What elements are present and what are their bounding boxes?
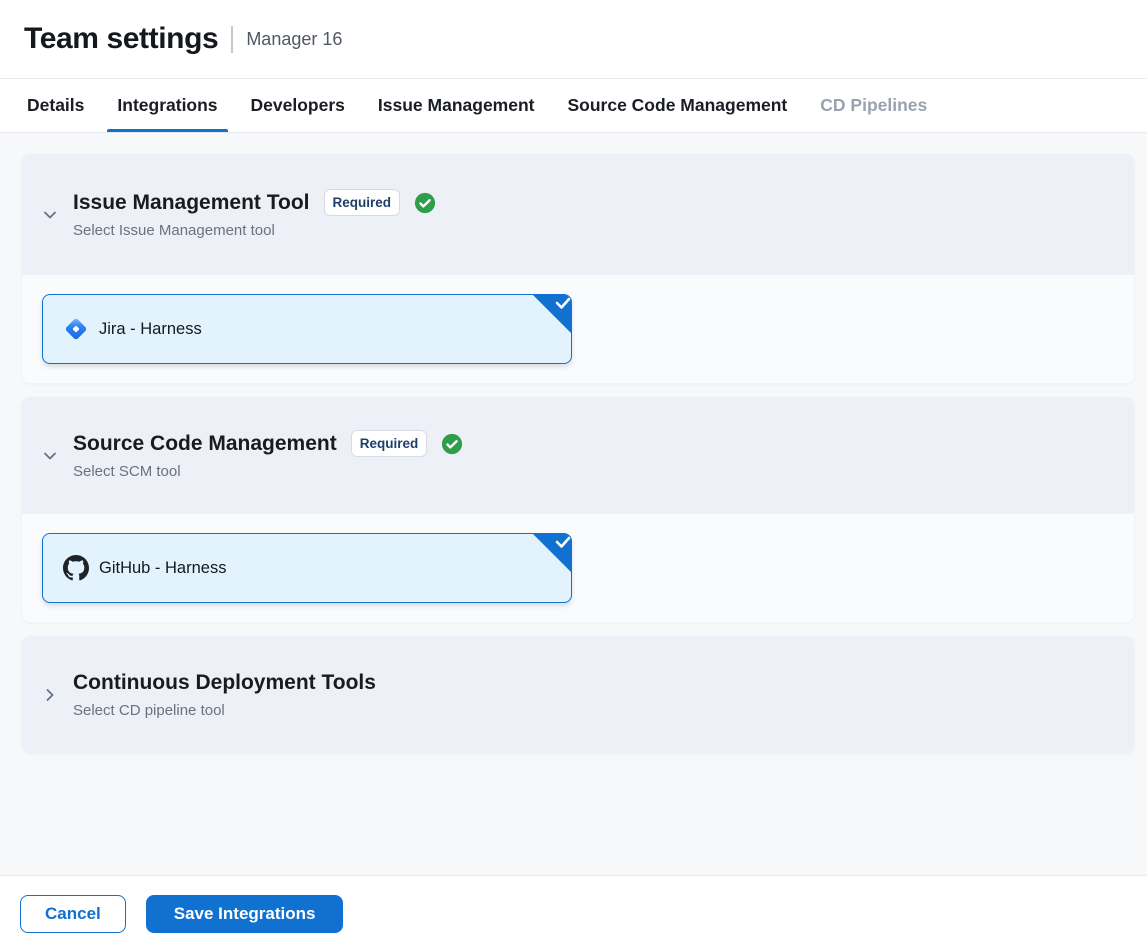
- chevron-right-icon[interactable]: [42, 687, 58, 703]
- section-cd-tools: Continuous Deployment Tools Select CD pi…: [22, 636, 1134, 753]
- save-button[interactable]: Save Integrations: [146, 895, 344, 933]
- complete-check-icon: [414, 192, 436, 214]
- tab-integrations[interactable]: Integrations: [107, 79, 227, 132]
- section-body-source-code-management: GitHub - Harness: [22, 514, 1134, 622]
- tab-cd-pipelines[interactable]: CD Pipelines: [810, 79, 937, 132]
- required-badge: Required: [351, 430, 428, 457]
- chevron-down-icon[interactable]: [42, 207, 58, 223]
- section-title: Continuous Deployment Tools: [73, 669, 376, 696]
- section-source-code-management: Source Code Management Required Select S…: [22, 397, 1134, 622]
- cancel-button[interactable]: Cancel: [20, 895, 126, 933]
- tab-details[interactable]: Details: [17, 79, 94, 132]
- section-header-issue-management[interactable]: Issue Management Tool Required Select Is…: [22, 154, 1134, 275]
- tab-issue-management[interactable]: Issue Management: [368, 79, 545, 132]
- section-issue-management: Issue Management Tool Required Select Is…: [22, 154, 1134, 383]
- tool-name: Jira - Harness: [99, 320, 202, 339]
- complete-check-icon: [441, 433, 463, 455]
- section-subtitle: Select Issue Management tool: [73, 222, 436, 240]
- page-header: Team settings Manager 16: [0, 0, 1147, 79]
- footer-bar: Cancel Save Integrations: [0, 875, 1147, 951]
- content-area: Issue Management Tool Required Select Is…: [0, 133, 1147, 875]
- tab-bar: Details Integrations Developers Issue Ma…: [0, 79, 1147, 133]
- tool-name: GitHub - Harness: [99, 559, 226, 578]
- section-body-issue-management: Jira - Harness: [22, 275, 1134, 383]
- tool-card-github[interactable]: GitHub - Harness: [42, 533, 572, 603]
- title-divider: [231, 26, 233, 53]
- tool-card-jira[interactable]: Jira - Harness: [42, 294, 572, 364]
- team-name: Manager 16: [246, 29, 342, 50]
- jira-icon: [63, 316, 89, 342]
- section-header-source-code-management[interactable]: Source Code Management Required Select S…: [22, 397, 1134, 514]
- section-subtitle: Select SCM tool: [73, 463, 463, 481]
- page-title: Team settings: [24, 22, 218, 56]
- section-title: Issue Management Tool: [73, 189, 310, 216]
- github-icon: [63, 555, 89, 581]
- selected-check-icon: [532, 294, 572, 334]
- tab-source-code-management[interactable]: Source Code Management: [557, 79, 797, 132]
- section-title: Source Code Management: [73, 430, 337, 457]
- section-subtitle: Select CD pipeline tool: [73, 702, 376, 720]
- section-header-cd-tools[interactable]: Continuous Deployment Tools Select CD pi…: [22, 636, 1134, 753]
- chevron-down-icon[interactable]: [42, 448, 58, 464]
- tab-developers[interactable]: Developers: [241, 79, 355, 132]
- selected-check-icon: [532, 533, 572, 573]
- required-badge: Required: [324, 189, 401, 216]
